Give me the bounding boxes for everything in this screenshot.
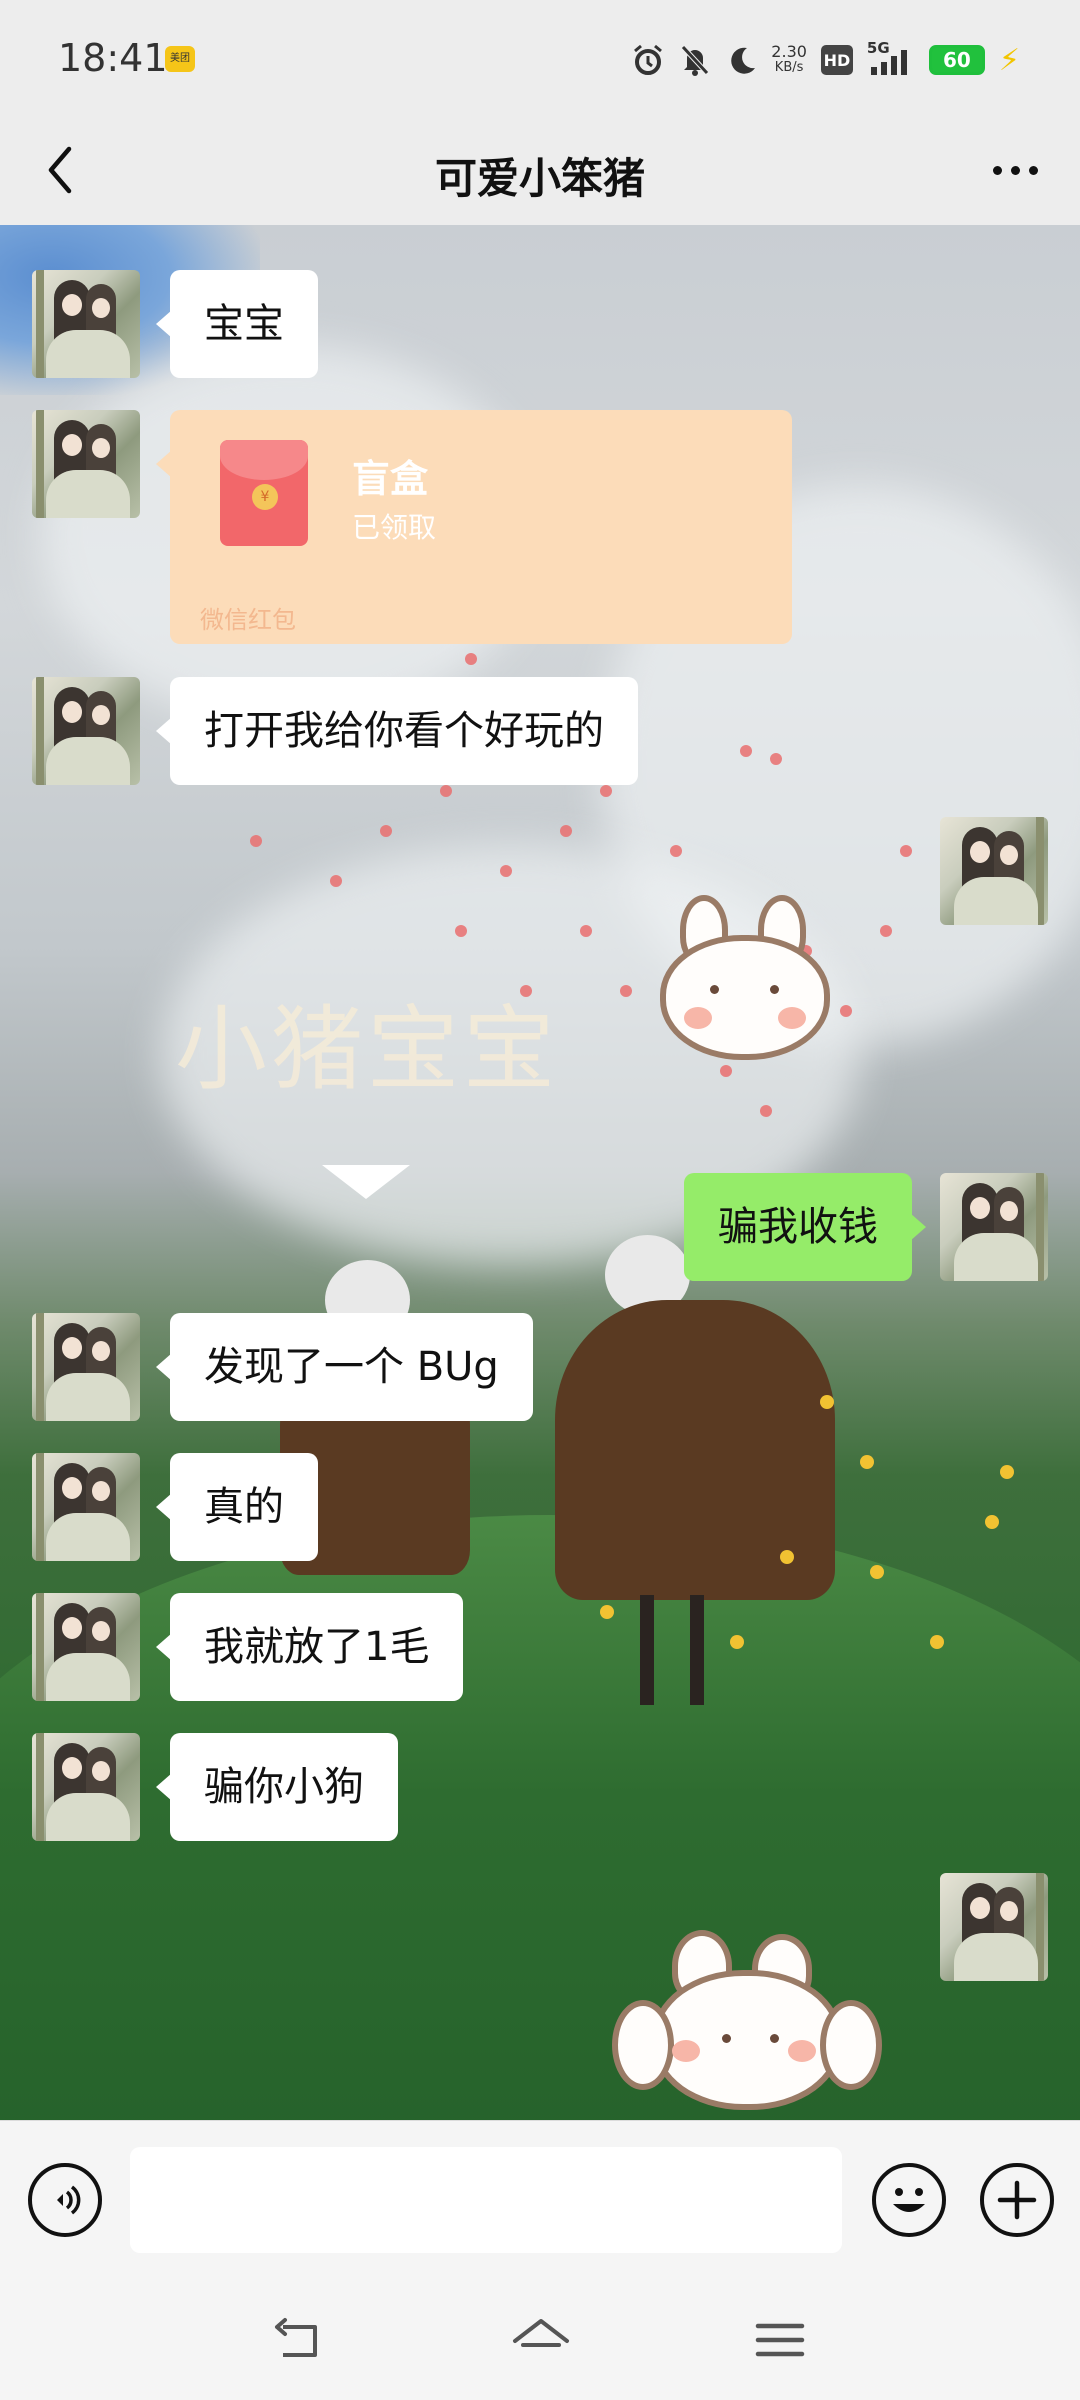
more-options-button[interactable] xyxy=(980,137,1050,203)
red-packet-icon: ¥ xyxy=(220,440,308,546)
contact-avatar[interactable] xyxy=(32,410,140,518)
status-icons: 2.30 KB/s HD 5G 60 ⚡ xyxy=(631,38,1020,82)
video-indicator-icon xyxy=(322,1165,410,1199)
red-packet-status: 已领取 xyxy=(352,511,437,544)
battery-indicator: 60 xyxy=(928,45,985,75)
signal-icon: 5G xyxy=(867,39,915,77)
moon-icon xyxy=(725,44,757,76)
voice-icon xyxy=(57,2185,81,2215)
system-navigation-bar xyxy=(0,2280,1080,2400)
emoji-icon xyxy=(893,2188,925,2212)
return-icon xyxy=(275,2318,317,2357)
message-bubble[interactable]: 骗你小狗 xyxy=(156,1733,398,1841)
system-back-button[interactable] xyxy=(265,2310,335,2370)
system-home-button[interactable] xyxy=(506,2310,576,2370)
message-bubble[interactable]: 打开我给你看个好玩的 xyxy=(156,677,638,785)
chat-header: 可爱小笨猪 xyxy=(0,115,1080,225)
dot-icon xyxy=(1028,165,1038,175)
status-time: 18:41 xyxy=(58,36,168,80)
message-input[interactable] xyxy=(130,2147,842,2253)
contact-avatar[interactable] xyxy=(32,270,140,378)
dot-icon xyxy=(992,165,1002,175)
contact-avatar[interactable] xyxy=(32,1733,140,1841)
message-bubble[interactable]: 发现了一个 BUg xyxy=(156,1313,533,1421)
network-type: 5G xyxy=(866,39,890,57)
menu-icon xyxy=(755,2323,805,2357)
message-bubble[interactable]: 宝宝 xyxy=(156,270,318,378)
sticker-bunny-pouting[interactable] xyxy=(650,895,840,1065)
voice-button[interactable] xyxy=(28,2163,102,2237)
meituan-app-icon: 美团 xyxy=(165,46,195,72)
contact-avatar[interactable] xyxy=(32,1593,140,1701)
self-avatar[interactable] xyxy=(940,817,1048,925)
red-packet-label: 微信红包 xyxy=(200,606,296,634)
background-grass xyxy=(0,1515,1080,2120)
net-speed: 2.30 KB/s xyxy=(771,44,807,76)
self-avatar[interactable] xyxy=(940,1173,1048,1281)
chat-area[interactable]: 小猪宝宝 宝宝 ¥ 盲盒 已领取 微信红包 打开我给你看个好玩的 骗我收钱 发现… xyxy=(0,225,1080,2120)
message-bubble[interactable]: 我就放了1毛 xyxy=(155,1593,464,1701)
home-icon xyxy=(513,2319,569,2347)
dot-icon xyxy=(1010,165,1020,175)
contact-avatar[interactable] xyxy=(32,1313,140,1421)
status-bar: 18:41 美团 2.30 KB/s HD 5G 60 ⚡ xyxy=(0,0,1080,115)
contact-avatar[interactable] xyxy=(32,1453,140,1561)
message-bubble-self[interactable]: 骗我收钱 xyxy=(684,1173,926,1281)
emoji-button[interactable] xyxy=(872,2163,946,2237)
net-speed-unit: KB/s xyxy=(774,60,804,75)
hd-badge: HD xyxy=(820,45,853,75)
net-speed-value: 2.30 xyxy=(771,42,807,61)
chat-title: 可爱小笨猪 xyxy=(434,154,645,203)
charging-icon: ⚡ xyxy=(998,42,1020,78)
add-button[interactable] xyxy=(980,2163,1054,2237)
sticker-bunny-covering-ears[interactable] xyxy=(612,1930,882,2110)
red-packet-card[interactable]: ¥ 盲盒 已领取 微信红包 xyxy=(156,410,792,644)
mute-bell-icon xyxy=(679,43,711,77)
self-avatar[interactable] xyxy=(940,1873,1048,1981)
contact-avatar[interactable] xyxy=(32,677,140,785)
overlay-caption: 小猪宝宝 xyxy=(175,996,560,1103)
message-bubble[interactable]: 真的 xyxy=(156,1453,318,1561)
system-menu-button[interactable] xyxy=(745,2310,815,2370)
red-packet-title: 盲盒 xyxy=(352,457,429,501)
alarm-icon xyxy=(631,43,665,77)
input-bar xyxy=(0,2120,1080,2280)
plus-icon xyxy=(997,2180,1037,2220)
